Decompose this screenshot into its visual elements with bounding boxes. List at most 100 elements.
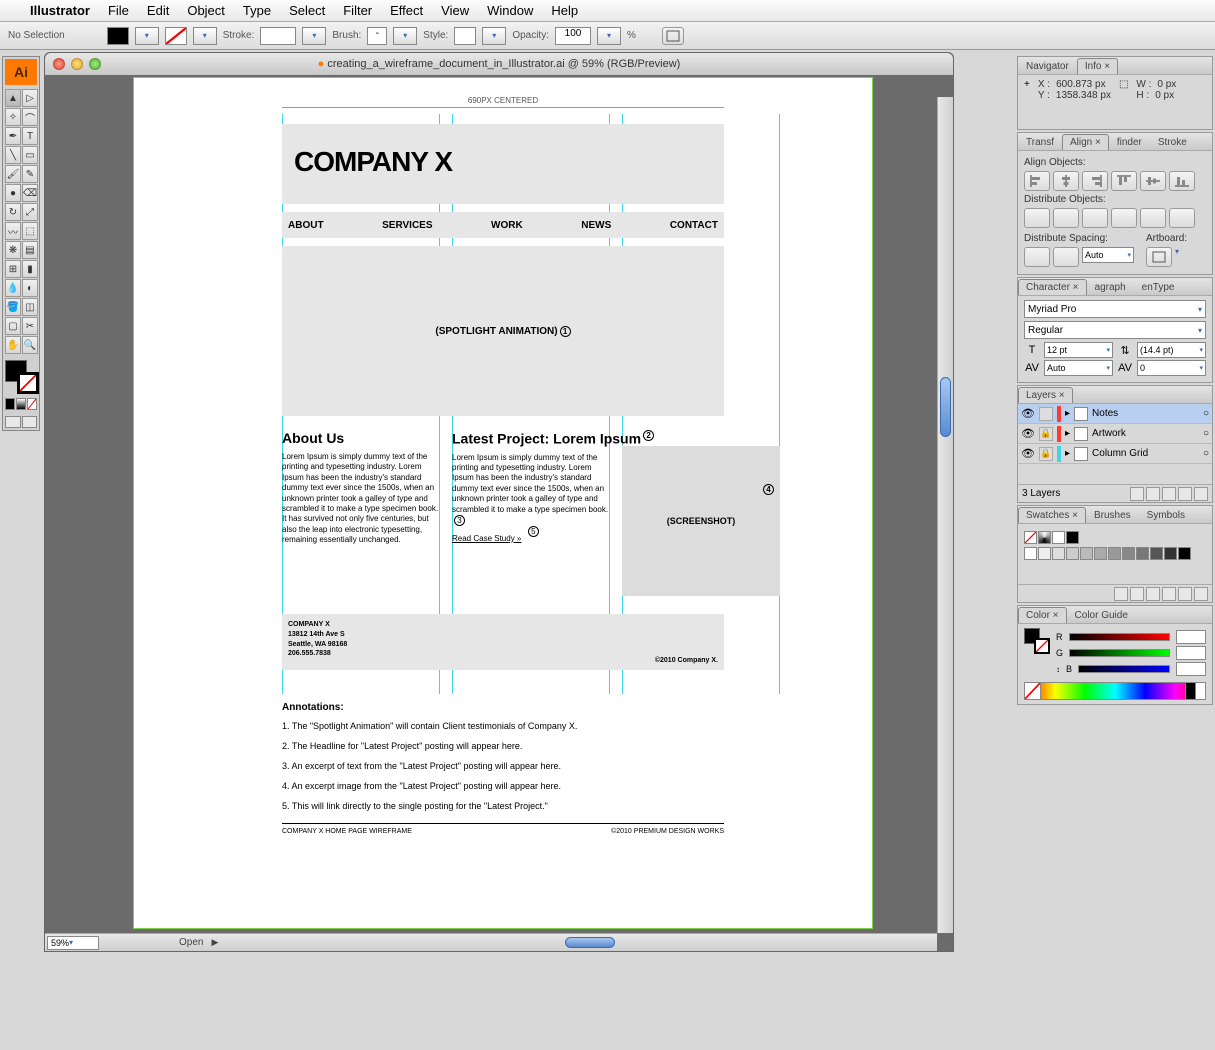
status-arrow-icon[interactable]: ▶ [211, 937, 218, 948]
dist-top-button[interactable] [1024, 208, 1050, 228]
fill-swatch[interactable] [107, 27, 129, 45]
tab-character[interactable]: Character × [1018, 279, 1087, 295]
b-slider[interactable] [1078, 665, 1170, 673]
align-to-dropdown[interactable]: ▾ [1175, 247, 1179, 267]
layer-target-icon[interactable]: ○ [1203, 428, 1209, 439]
graph-tool[interactable]: ▤ [22, 241, 38, 259]
align-to-button[interactable] [1146, 247, 1172, 267]
swatch-kind-icon[interactable] [1130, 587, 1144, 601]
layer-visibility-icon[interactable]: 👁 [1021, 427, 1035, 441]
brush-input[interactable]: - [367, 27, 387, 45]
menu-edit[interactable]: Edit [147, 3, 169, 18]
font-family-dropdown[interactable]: Myriad Pro▾ [1024, 300, 1206, 318]
g-value[interactable] [1176, 646, 1206, 660]
menu-type[interactable]: Type [243, 3, 271, 18]
align-vcenter-button[interactable] [1140, 171, 1166, 191]
stroke-dropdown[interactable]: ▾ [193, 27, 217, 45]
tab-pathfinder[interactable]: finder [1109, 134, 1150, 150]
dist-vspace-button[interactable] [1024, 247, 1050, 267]
swatch-cell[interactable] [1052, 547, 1065, 560]
eraser-tool[interactable]: ⌫ [22, 184, 38, 202]
magic-wand-tool[interactable]: ✧ [5, 108, 21, 126]
screen-mode-full-icon[interactable] [22, 416, 38, 428]
live-paint-select-tool[interactable]: ◫ [22, 298, 38, 316]
stroke-weight-dd[interactable]: ▾ [302, 27, 326, 45]
gradient-tool[interactable]: ▮ [22, 260, 38, 278]
layer-lock-toggle[interactable] [1039, 427, 1053, 441]
layer-target-icon[interactable]: ○ [1203, 448, 1209, 459]
swatch-white[interactable] [1052, 531, 1065, 544]
tab-navigator[interactable]: Navigator [1018, 58, 1077, 74]
stroke-weight-input[interactable] [260, 27, 296, 45]
blob-brush-tool[interactable]: ● [5, 184, 21, 202]
mesh-tool[interactable]: ⊞ [5, 260, 21, 278]
symbol-sprayer-tool[interactable]: ❋ [5, 241, 21, 259]
color-fill-stroke-icon[interactable] [1024, 628, 1050, 654]
swatch-cell[interactable] [1080, 547, 1093, 560]
tab-layers[interactable]: Layers × [1018, 387, 1073, 403]
tab-stroke-panel[interactable]: Stroke [1150, 134, 1195, 150]
swatch-cell[interactable] [1094, 547, 1107, 560]
free-transform-tool[interactable]: ⬚ [22, 222, 38, 240]
align-right-button[interactable] [1082, 171, 1108, 191]
menu-file[interactable]: File [108, 3, 129, 18]
menu-object[interactable]: Object [187, 3, 225, 18]
g-slider[interactable] [1069, 649, 1170, 657]
swatch-options-icon[interactable] [1146, 587, 1160, 601]
stroke-color-icon[interactable] [17, 372, 39, 394]
tab-symbols[interactable]: Symbols [1139, 507, 1193, 523]
align-left-button[interactable] [1024, 171, 1050, 191]
type-tool[interactable]: T [22, 127, 38, 145]
dist-bottom-button[interactable] [1082, 208, 1108, 228]
dist-spacing-input[interactable]: Auto▾ [1082, 247, 1134, 263]
app-name[interactable]: Illustrator [30, 3, 90, 18]
window-minimize-button[interactable] [71, 58, 83, 70]
font-weight-dropdown[interactable]: Regular▾ [1024, 321, 1206, 339]
tab-color[interactable]: Color × [1018, 607, 1067, 623]
layer-lock-toggle[interactable] [1039, 447, 1053, 461]
layer-expand-icon[interactable]: ▸ [1065, 448, 1070, 459]
tab-opentype[interactable]: enType [1134, 279, 1183, 295]
tab-swatches[interactable]: Swatches × [1018, 507, 1086, 523]
direct-selection-tool[interactable]: ▷ [22, 89, 38, 107]
layer-row-artwork[interactable]: 👁 ▸ Artwork ○ [1018, 424, 1212, 444]
paintbrush-tool[interactable]: 🖌 [5, 165, 21, 183]
swatch-cell[interactable] [1150, 547, 1163, 560]
menu-view[interactable]: View [441, 3, 469, 18]
r-value[interactable] [1176, 630, 1206, 644]
slice-tool[interactable]: ✂ [22, 317, 38, 335]
layer-target-icon[interactable]: ○ [1203, 408, 1209, 419]
align-hcenter-button[interactable] [1053, 171, 1079, 191]
pencil-tool[interactable]: ✎ [22, 165, 38, 183]
brush-dd[interactable]: ▾ [393, 27, 417, 45]
fill-stroke-control[interactable] [5, 360, 39, 394]
layer-name[interactable]: Column Grid [1092, 448, 1148, 459]
document-titlebar[interactable]: ● creating_a_wireframe_document_in_Illus… [45, 53, 953, 75]
menu-filter[interactable]: Filter [343, 3, 372, 18]
kerning-input[interactable]: Auto▾ [1044, 360, 1113, 376]
layer-expand-icon[interactable]: ▸ [1065, 408, 1070, 419]
tab-info[interactable]: Info × [1077, 58, 1118, 74]
dist-left-button[interactable] [1111, 208, 1137, 228]
layer-delete-icon[interactable] [1194, 487, 1208, 501]
style-swatch[interactable] [454, 27, 476, 45]
eyedropper-tool[interactable]: 💧 [5, 279, 21, 297]
layer-expand-icon[interactable]: ▸ [1065, 428, 1070, 439]
swatch-cell[interactable] [1024, 547, 1037, 560]
swatch-cell[interactable] [1178, 547, 1191, 560]
stroke-swatch[interactable] [165, 27, 187, 45]
spectrum-bw-icon[interactable] [1185, 683, 1205, 699]
window-maximize-button[interactable] [89, 58, 101, 70]
window-close-button[interactable] [53, 58, 65, 70]
swatch-cell[interactable] [1038, 547, 1051, 560]
none-mode-icon[interactable] [27, 398, 37, 410]
swatch-lib-icon[interactable] [1114, 587, 1128, 601]
layer-locate-icon[interactable] [1130, 487, 1144, 501]
swatch-cell[interactable] [1066, 547, 1079, 560]
tab-align[interactable]: Align × [1062, 134, 1109, 150]
rectangle-tool[interactable]: ▭ [22, 146, 38, 164]
style-dd[interactable]: ▾ [482, 27, 506, 45]
blend-tool[interactable]: ◐ [22, 279, 38, 297]
swatch-group-icon[interactable] [1162, 587, 1176, 601]
layer-name[interactable]: Notes [1092, 408, 1118, 419]
